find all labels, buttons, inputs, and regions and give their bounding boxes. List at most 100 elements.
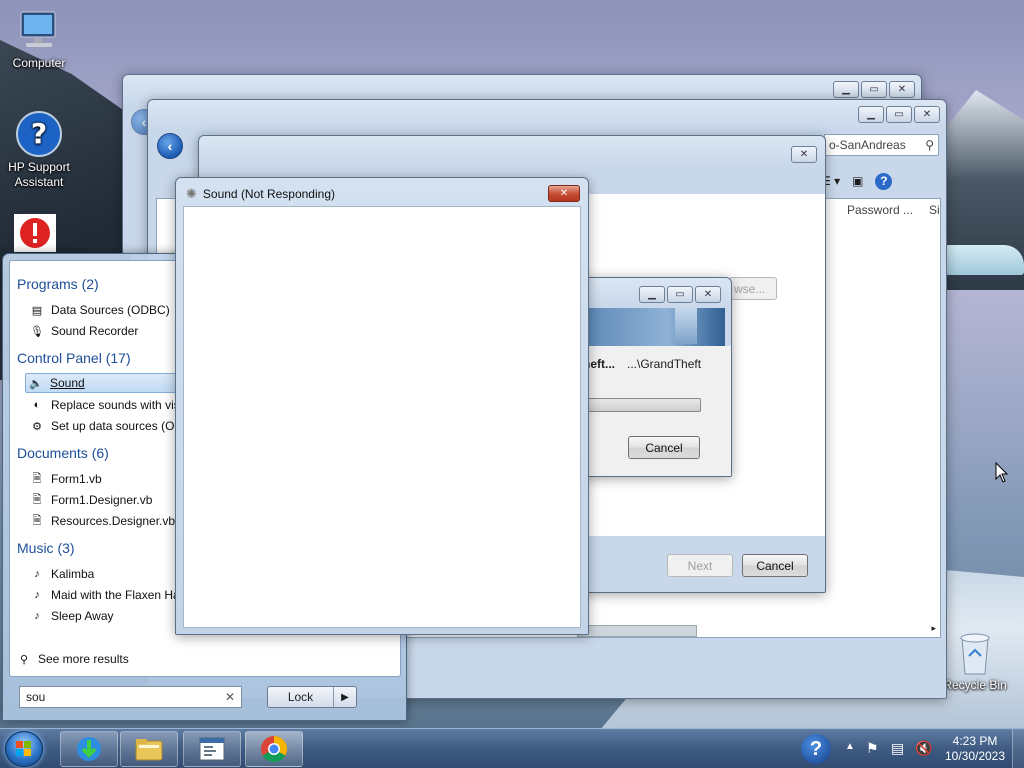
music-note-icon: ♪ xyxy=(34,568,40,580)
music-note-icon: ♪ xyxy=(34,589,40,601)
clock-time: 4:23 PM xyxy=(952,734,998,748)
toolbar-right: ☰ ▾ ▣ ? xyxy=(812,168,942,194)
dialog-banner xyxy=(581,308,725,346)
close-button[interactable]: ✕ xyxy=(791,146,817,163)
scroll-right-icon[interactable]: ▸ xyxy=(931,623,936,634)
network-icon[interactable]: ▤ xyxy=(891,740,904,757)
close-button[interactable]: ✕ xyxy=(548,185,580,202)
maximize-button[interactable]: ▭ xyxy=(861,81,887,98)
taskbar-chrome[interactable] xyxy=(245,731,303,767)
desktop-icon-label: Recycle Bin xyxy=(943,678,1007,692)
result-resources-designer[interactable]: 🗎 Resources.Designer.vb xyxy=(29,511,176,531)
desktop-icon-label: Computer xyxy=(12,56,66,70)
action-center-icon[interactable]: ⚑ xyxy=(866,740,879,757)
taskbar-file-explorer[interactable] xyxy=(120,731,178,767)
result-sound-recorder[interactable]: 🎙 Sound Recorder xyxy=(29,321,138,341)
maximize-button[interactable]: ▭ xyxy=(886,106,912,123)
address-tail: o-SanAndreas xyxy=(829,138,906,152)
taskbar-download-manager[interactable] xyxy=(60,731,118,767)
start-search-input[interactable]: sou ✕ xyxy=(19,686,242,708)
progress-bar xyxy=(583,398,701,412)
minimize-button[interactable]: ▁ xyxy=(858,106,884,123)
result-label: Sound xyxy=(50,376,85,390)
search-value: sou xyxy=(26,690,46,704)
svg-text:?: ? xyxy=(31,117,47,150)
lock-split-button[interactable]: Lock ▶ xyxy=(267,686,357,708)
result-kalimba[interactable]: ♪ Kalimba xyxy=(29,564,94,584)
taskbar-sound-window[interactable] xyxy=(183,731,241,767)
volume-muted-icon[interactable]: 🔇 xyxy=(915,740,932,757)
minimize-button[interactable]: ▁ xyxy=(639,286,665,303)
chevron-right-icon[interactable]: ▶ xyxy=(334,687,356,707)
computer-icon xyxy=(20,11,56,47)
help-icon: ? xyxy=(16,111,62,157)
sound-window[interactable]: ✺ Sound (Not Responding) ✕ xyxy=(175,177,589,635)
result-label: Sleep Away xyxy=(51,609,114,623)
hp-support-tray-icon[interactable]: ? xyxy=(801,734,831,764)
result-data-sources[interactable]: ▤ Data Sources (ODBC) xyxy=(29,300,170,320)
result-label: Form1.Designer.vb xyxy=(51,493,153,507)
show-desktop-button[interactable] xyxy=(1012,729,1024,768)
search-icon: ⚲ xyxy=(925,138,934,152)
music-note-icon: ♪ xyxy=(34,610,40,622)
result-label: Maid with the Flaxen Ha xyxy=(51,588,180,602)
horizontal-scrollbar-thumb[interactable] xyxy=(577,625,697,637)
preview-pane-icon[interactable]: ▣ xyxy=(852,174,863,188)
see-more-results-link[interactable]: ⚲ See more results xyxy=(16,649,129,669)
folder-icon xyxy=(135,739,163,761)
desktop-icon-computer[interactable]: Computer xyxy=(0,8,78,71)
magnifier-icon: ⚲ xyxy=(19,653,29,666)
result-replace-sounds[interactable]: ◐ Replace sounds with vis xyxy=(29,395,180,415)
category-documents[interactable]: Documents (6) xyxy=(17,445,109,461)
desktop-icon-recycle-bin[interactable]: Recycle Bin xyxy=(936,632,1014,693)
result-label: Kalimba xyxy=(51,567,95,581)
cancel-button[interactable]: Cancel xyxy=(742,554,808,577)
result-form1[interactable]: 🗎 Form1.vb xyxy=(29,469,102,489)
column-header-size[interactable]: Si xyxy=(929,203,941,217)
category-programs[interactable]: Programs (2) xyxy=(17,276,99,292)
desktop-icon-warning[interactable] xyxy=(10,214,60,254)
copy-progress-dialog[interactable]: ▁ ▭ ✕ heft... ...\GrandTheft Cancel xyxy=(580,277,732,477)
browse-label: wse... xyxy=(734,281,766,296)
desktop-icon-hp-support[interactable]: ? HP Support Assistant xyxy=(0,110,78,190)
cancel-label: Cancel xyxy=(645,440,683,455)
next-button[interactable]: Next xyxy=(667,554,733,577)
result-label: Set up data sources (OD xyxy=(51,419,184,433)
chrome-icon xyxy=(261,736,288,763)
result-setup-data-sources[interactable]: ⚙ Set up data sources (OD xyxy=(29,416,183,436)
result-sleep-away[interactable]: ♪ Sleep Away xyxy=(29,606,114,626)
caption-buttons: ▁ ▭ ✕ xyxy=(833,81,915,98)
category-music[interactable]: Music (3) xyxy=(17,540,75,556)
speaker-icon: 🔈 xyxy=(29,377,43,390)
result-label: Sound Recorder xyxy=(51,324,139,338)
search-field[interactable]: o-SanAndreas ⚲ xyxy=(824,134,939,156)
result-maid-flaxen[interactable]: ♪ Maid with the Flaxen Ha xyxy=(29,585,180,605)
caption-buttons: ✕ xyxy=(791,146,817,163)
next-label: Next xyxy=(687,558,713,573)
close-button[interactable]: ✕ xyxy=(914,106,940,123)
browse-button[interactable]: wse... xyxy=(729,277,777,300)
lock-button[interactable]: Lock xyxy=(268,687,334,707)
column-header-password[interactable]: Password ... xyxy=(847,203,913,217)
minimize-button[interactable]: ▁ xyxy=(833,81,859,98)
close-button[interactable]: ✕ xyxy=(695,286,721,303)
back-arrow-icon[interactable]: ‹ xyxy=(157,133,183,159)
result-form1-designer[interactable]: 🗎 Form1.Designer.vb xyxy=(29,490,153,510)
wallpaper-glacier xyxy=(940,245,1024,275)
cancel-label: Cancel xyxy=(756,558,794,573)
result-label: Replace sounds with vis xyxy=(51,398,180,412)
title-bar: ✺ Sound (Not Responding) xyxy=(186,186,335,202)
clock[interactable]: 4:23 PM 10/30/2023 xyxy=(940,734,1010,764)
start-button[interactable] xyxy=(5,731,43,767)
close-button[interactable]: ✕ xyxy=(889,81,915,98)
maximize-button[interactable]: ▭ xyxy=(667,286,693,303)
sound-app-icon: ✺ xyxy=(186,186,197,201)
show-hidden-icons-icon[interactable]: ▲ xyxy=(845,741,855,752)
windows-logo-icon xyxy=(16,741,31,756)
help-icon[interactable]: ? xyxy=(875,172,893,190)
category-control-panel[interactable]: Control Panel (17) xyxy=(17,350,131,366)
clear-search-icon[interactable]: ✕ xyxy=(225,690,235,704)
copy-cancel-button[interactable]: Cancel xyxy=(628,436,700,459)
clock-date: 10/30/2023 xyxy=(944,749,1006,763)
window-app-icon xyxy=(199,737,225,761)
